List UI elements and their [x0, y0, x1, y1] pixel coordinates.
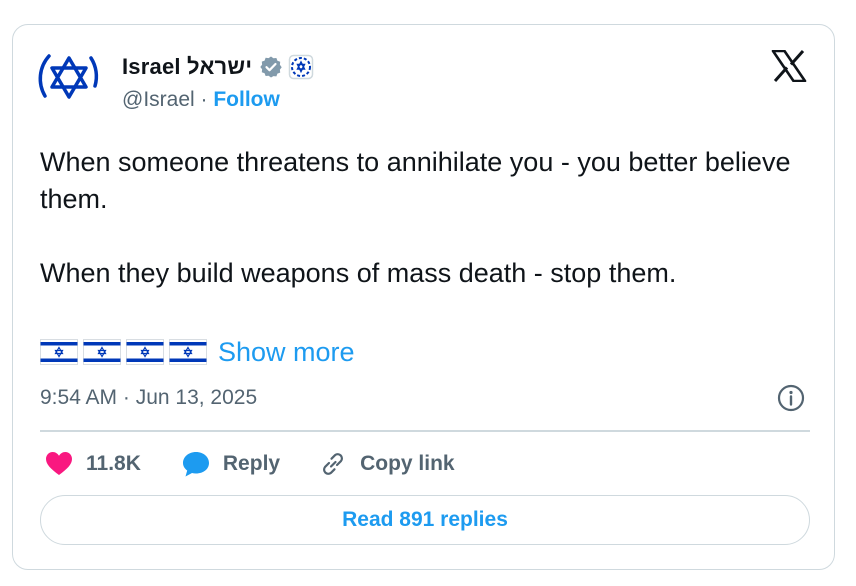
tweet-timestamp[interactable]: 9:54 AM · Jun 13, 2025 [40, 384, 257, 412]
like-count: 11.8K [86, 452, 141, 475]
copy-link-label: Copy link [360, 452, 455, 475]
tweet-line: When someone threatens to annihilate you… [40, 147, 791, 214]
author-handle-row: @Israel · Follow [122, 86, 280, 114]
tweet-text: When someone threatens to annihilate you… [40, 144, 820, 292]
affiliation-badge-icon[interactable] [288, 54, 314, 80]
copy-link-button[interactable]: Copy link [318, 449, 455, 479]
x-logo-icon[interactable] [771, 50, 807, 82]
author-handle[interactable]: @Israel [122, 88, 195, 111]
action-bar: 11.8K Reply Copy link [44, 446, 455, 482]
author-display-name[interactable]: Israel ישראל [122, 54, 252, 80]
tweet-line: When they build weapons of mass death - … [40, 258, 677, 288]
info-icon[interactable] [776, 383, 806, 413]
verified-badge-icon [260, 56, 282, 78]
star-of-david-avatar-icon[interactable] [35, 46, 103, 114]
israel-flag-icon [83, 339, 121, 365]
heart-icon [46, 452, 72, 475]
show-more-link[interactable]: Show more [218, 337, 355, 368]
reply-bubble-icon [182, 452, 209, 477]
israel-flag-icon [40, 339, 78, 365]
author-name-row: Israel ישראל [122, 52, 314, 82]
handle-separator: · [194, 88, 214, 111]
israel-flag-icon [169, 339, 207, 365]
like-button[interactable]: 11.8K [44, 449, 141, 479]
reply-label: Reply [222, 452, 281, 475]
reply-button[interactable]: Reply [181, 449, 280, 479]
link-icon [323, 453, 344, 475]
read-replies-button[interactable]: Read 891 replies [40, 495, 810, 545]
follow-button[interactable]: Follow [213, 88, 280, 111]
divider [40, 430, 810, 432]
israel-flag-icon [126, 339, 164, 365]
flags-and-show-more: Show more [40, 334, 355, 370]
